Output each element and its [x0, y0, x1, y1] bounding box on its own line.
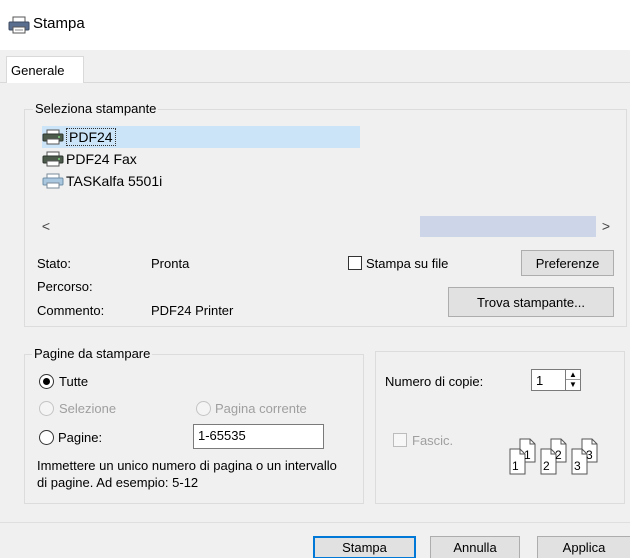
title-bar: Stampa [0, 0, 630, 50]
collate-page-number: 1 [524, 448, 531, 462]
printer-item-taskalfa[interactable]: TASKalfa 5501i [42, 170, 162, 192]
collate-stack-1: 1 1 [509, 438, 536, 475]
printer-item-pdf24-fax[interactable]: PDF24 Fax [42, 148, 137, 170]
current-page-radio[interactable] [196, 401, 211, 416]
printer-item-pdf24[interactable]: PDF24 [42, 126, 360, 148]
apply-button[interactable]: Applica [537, 536, 630, 558]
collate-page-number: 2 [543, 459, 550, 473]
copies-input[interactable]: 1 [531, 369, 566, 391]
fax-printer-icon [42, 151, 64, 167]
copies-label: Numero di copie: [385, 374, 484, 389]
print-to-file-label[interactable]: Stampa su file [366, 256, 448, 271]
pages-group-legend: Pagine da stampare [32, 346, 153, 361]
page-range-radio[interactable] [39, 430, 54, 445]
collate-page-number: 3 [574, 459, 581, 473]
comment-value: PDF24 Printer [151, 303, 234, 318]
collate-illustration-icon: 1 1 2 2 3 3 [509, 438, 598, 475]
collate-stack-2: 2 2 [540, 438, 567, 475]
cancel-button[interactable]: Annulla [430, 536, 520, 558]
printer-group-legend: Seleziona stampante [33, 101, 159, 116]
printer-name: PDF24 [66, 128, 116, 146]
status-label: Stato: [37, 256, 71, 271]
page-range-label[interactable]: Pagine: [58, 430, 102, 445]
printer-list-scrollbar[interactable]: < > [36, 216, 616, 237]
page-range-hint: Immettere un unico numero di pagina o un… [37, 458, 337, 490]
tab-generale[interactable]: Generale [6, 56, 84, 84]
window-title: Stampa [33, 15, 85, 32]
network-printer-icon [42, 173, 64, 189]
printer-list[interactable]: PDF24 PDF24 Fax TASKalfa 5501i [36, 122, 616, 216]
current-page-label[interactable]: Pagina corrente [215, 401, 307, 416]
selection-radio[interactable] [39, 401, 54, 416]
printer-icon [8, 16, 30, 34]
selection-label[interactable]: Selezione [59, 401, 116, 416]
scroll-left-button[interactable]: < [36, 216, 56, 237]
printer-name: PDF24 Fax [66, 151, 137, 167]
spinner-down-icon[interactable]: ▼ [566, 380, 580, 390]
printer-name: TASKalfa 5501i [66, 173, 163, 189]
collate-page-number: 3 [586, 448, 593, 462]
path-label: Percorso: [37, 279, 93, 294]
preferences-button[interactable]: Preferenze [521, 250, 614, 276]
all-pages-label[interactable]: Tutte [59, 374, 88, 389]
scroll-right-button[interactable]: > [596, 216, 616, 237]
print-button[interactable]: Stampa [313, 536, 416, 558]
collate-page-number: 2 [555, 448, 562, 462]
spinner-up-icon[interactable]: ▲ [566, 370, 580, 380]
comment-label: Commento: [37, 303, 105, 318]
status-value: Pronta [151, 256, 190, 271]
collate-stack-3: 3 3 [571, 438, 598, 475]
all-pages-radio[interactable] [39, 374, 54, 389]
collate-label[interactable]: Fascic. [412, 433, 453, 448]
page-range-input[interactable]: 1-65535 [193, 424, 324, 449]
collate-checkbox[interactable] [393, 433, 407, 447]
copies-spinner[interactable]: ▲ ▼ [565, 369, 581, 391]
tab-strip: Generale [0, 50, 630, 84]
print-to-file-checkbox[interactable] [348, 256, 362, 270]
collate-page-number: 1 [512, 459, 519, 473]
find-printer-button[interactable]: Trova stampante... [448, 287, 614, 317]
scrollbar-thumb[interactable] [420, 216, 596, 237]
printer-icon [42, 129, 64, 145]
